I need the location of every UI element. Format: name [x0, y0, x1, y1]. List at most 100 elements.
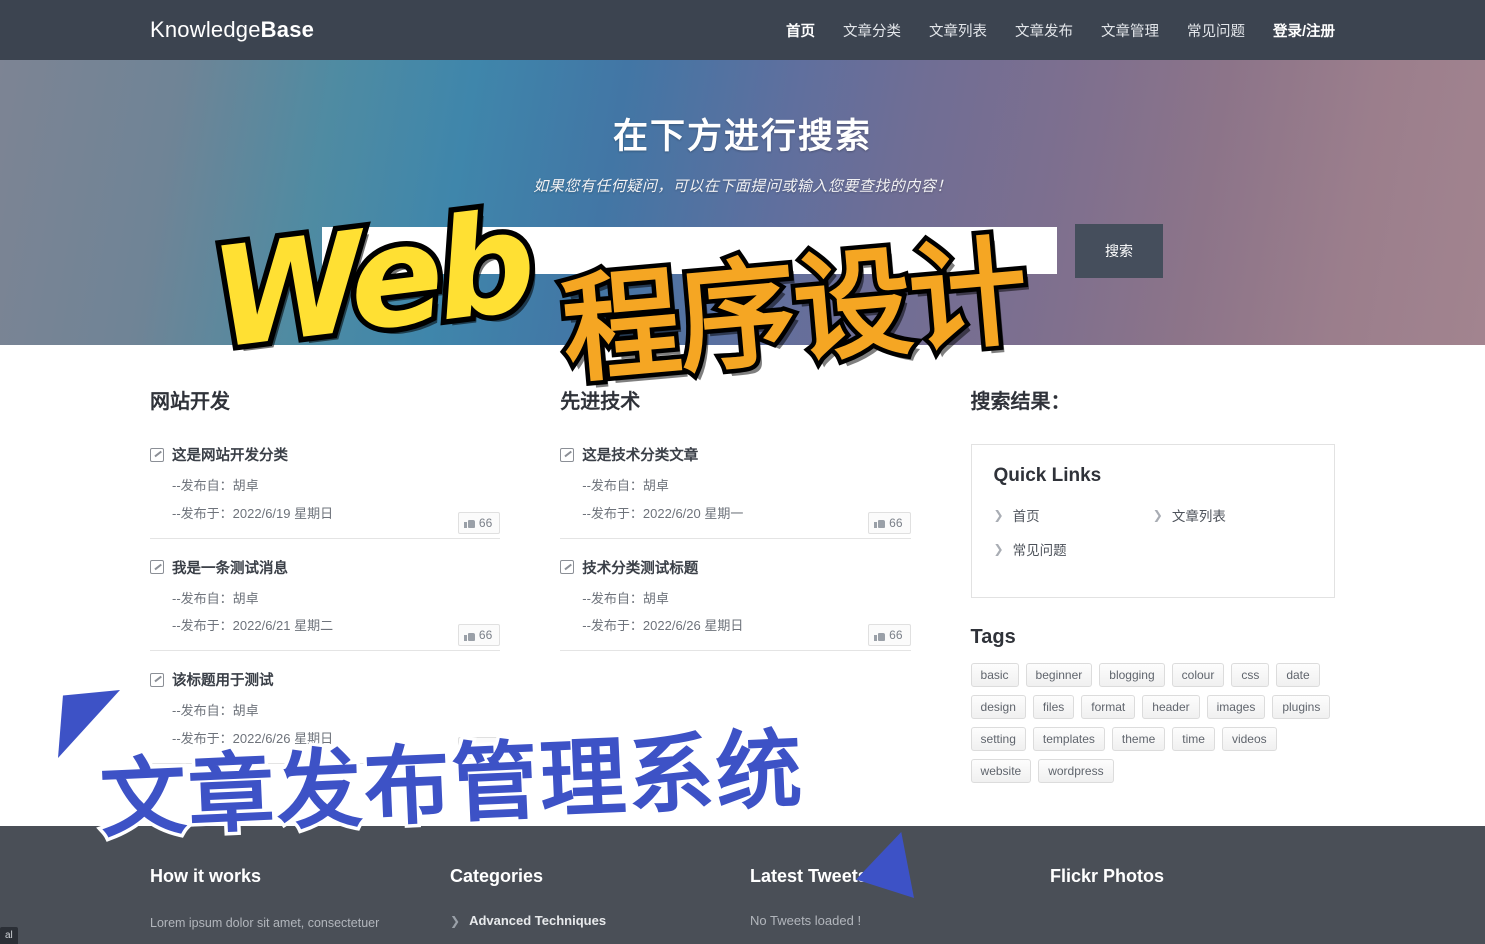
article-edit-icon — [560, 560, 575, 575]
article-item[interactable]: 这是技术分类文章 --发布自：胡卓 --发布于：2022/6/20 星期一 66 — [560, 444, 911, 539]
thumbs-up-icon — [463, 742, 475, 754]
tag-item[interactable]: format — [1081, 695, 1136, 719]
article-title[interactable]: 这是技术分类文章 — [582, 444, 698, 465]
column1-heading: 网站开发 — [150, 391, 230, 413]
like-badge[interactable]: 66 — [457, 736, 501, 759]
article-author: --发布自：胡卓 — [582, 478, 669, 493]
tag-item[interactable]: beginner — [1025, 663, 1093, 687]
tag-item[interactable]: css — [1231, 663, 1270, 687]
footer-col-categories: Categories ❯ Advanced Techniques — [450, 866, 750, 944]
article-author: --发布自：胡卓 — [172, 703, 259, 719]
column-advanced-technology: 先进技术 这是技术分类文章 --发布自：胡卓 --发布于：2022/6/20 星… — [560, 385, 911, 826]
tag-item[interactable]: images — [1206, 695, 1266, 719]
article-item[interactable]: 这是网站开发分类 --发布自：胡卓 --发布于：2022/6/19 星期日 66 — [150, 444, 501, 539]
article-edit-icon — [150, 447, 164, 462]
article-date: --发布于：2022/6/20 星期一 — [582, 505, 744, 521]
like-count: 66 — [478, 740, 493, 755]
quick-link-faq[interactable]: ❯ 常见问题 — [994, 539, 1153, 559]
search-input[interactable] — [322, 227, 1057, 274]
hero-title: 在下方进行搜索 — [612, 117, 872, 156]
like-count: 66 — [889, 515, 903, 530]
nav-item-faq[interactable]: 常见问题 — [1187, 20, 1245, 41]
like-count: 66 — [889, 628, 903, 643]
tag-item[interactable]: design — [970, 695, 1026, 719]
footer-category-label: Advanced Techniques — [469, 913, 607, 928]
tag-item[interactable]: files — [1032, 695, 1075, 719]
article-item[interactable]: 该标题用于测试 --发布自：胡卓 --发布于：2022/6/26 星期日 66 — [150, 669, 501, 764]
tag-item[interactable]: plugins — [1272, 695, 1331, 719]
article-item[interactable]: 我是一条测试消息 --发布自：胡卓 --发布于：2022/6/21 星期二 66 — [150, 557, 501, 652]
tag-item[interactable]: theme — [1111, 727, 1166, 751]
nav-item-home[interactable]: 首页 — [786, 20, 815, 41]
footer-col-flickr-photos: Flickr Photos — [1050, 866, 1335, 944]
like-count: 66 — [478, 515, 493, 530]
chevron-right-icon: ❯ — [1152, 508, 1163, 522]
nav-item-article-categories[interactable]: 文章分类 — [843, 20, 901, 41]
brand-name-bold: Base — [260, 17, 315, 42]
footer-tweets-status: No Tweets loaded ! — [750, 913, 862, 928]
sidebar-search-results: 搜索结果： Quick Links ❯ 首页 ❯ 文章列表 ❯ 常见问题 Tag… — [970, 385, 1335, 826]
like-badge[interactable]: 66 — [457, 511, 501, 534]
article-author: --发布自：胡卓 — [582, 590, 669, 606]
quick-link-article-list[interactable]: ❯ 文章列表 — [1153, 505, 1312, 525]
article-date: --发布于：2022/6/21 星期二 — [172, 618, 334, 634]
article-title[interactable]: 技术分类测试标题 — [582, 557, 698, 578]
chevron-right-icon: ❯ — [993, 542, 1004, 556]
tag-item[interactable]: website — [970, 759, 1032, 783]
tag-item[interactable]: blogging — [1099, 663, 1165, 687]
like-count: 66 — [478, 628, 493, 643]
footer-text-how-it-works: Lorem ipsum dolor sit amet, consectetuer — [150, 916, 380, 930]
article-title[interactable]: 这是网站开发分类 — [172, 444, 288, 465]
thumbs-up-icon — [874, 517, 886, 529]
status-chip: al — [0, 927, 18, 944]
thumbs-up-icon — [874, 630, 886, 641]
column-website-development: 网站开发 这是网站开发分类 --发布自：胡卓 --发布于：2022/6/19 星… — [150, 385, 501, 826]
tag-item[interactable]: templates — [1032, 727, 1105, 751]
main-content: 网站开发 这是网站开发分类 --发布自：胡卓 --发布于：2022/6/19 星… — [0, 345, 1485, 826]
chevron-right-icon: ❯ — [993, 508, 1004, 522]
like-badge[interactable]: 66 — [868, 624, 911, 647]
tag-item[interactable]: date — [1276, 663, 1320, 687]
nav-item-login-register[interactable]: 登录/注册 — [1273, 20, 1335, 41]
tag-item[interactable]: colour — [1171, 663, 1225, 687]
nav-item-article-list[interactable]: 文章列表 — [929, 20, 987, 41]
quick-link-label: 文章列表 — [1171, 509, 1226, 524]
tag-item[interactable]: setting — [970, 727, 1026, 751]
article-title[interactable]: 我是一条测试消息 — [172, 557, 288, 578]
site-footer: How it works Lorem ipsum dolor sit amet,… — [0, 826, 1485, 944]
main-nav: 首页 文章分类 文章列表 文章发布 文章管理 常见问题 登录/注册 — [786, 20, 1335, 41]
tag-item[interactable]: basic — [970, 663, 1019, 687]
tags-title: Tags — [970, 626, 1016, 648]
quick-link-home[interactable]: ❯ 首页 — [994, 505, 1153, 525]
like-badge[interactable]: 66 — [868, 511, 911, 534]
tag-item[interactable]: time — [1172, 727, 1215, 751]
tag-item[interactable]: header — [1142, 695, 1200, 719]
tag-item[interactable]: wordpress — [1038, 759, 1114, 783]
article-item[interactable]: 技术分类测试标题 --发布自：胡卓 --发布于：2022/6/26 星期日 66 — [560, 557, 911, 652]
footer-heading-categories: Categories — [450, 866, 544, 886]
article-edit-icon — [560, 447, 575, 462]
article-date: --发布于：2022/6/26 星期日 — [172, 730, 334, 746]
footer-heading-latest-tweets: Latest Tweets — [750, 866, 868, 886]
chevron-right-icon: ❯ — [450, 913, 461, 928]
top-navigation-bar: KnowledgeBase 首页 文章分类 文章列表 文章发布 文章管理 常见问… — [0, 0, 1485, 60]
like-badge[interactable]: 66 — [457, 624, 501, 647]
article-edit-icon — [150, 672, 164, 687]
tag-cloud: basic beginner blogging colour css date … — [970, 663, 1331, 783]
quick-links-panel: Quick Links ❯ 首页 ❯ 文章列表 ❯ 常见问题 — [970, 444, 1335, 598]
footer-heading-how-it-works: How it works — [150, 866, 262, 886]
article-author: --发布自：胡卓 — [172, 590, 259, 606]
tag-item[interactable]: videos — [1221, 727, 1277, 751]
nav-item-article-manage[interactable]: 文章管理 — [1101, 20, 1159, 41]
footer-heading-flickr-photos: Flickr Photos — [1050, 866, 1165, 886]
search-results-heading: 搜索结果： — [970, 391, 1071, 413]
article-title[interactable]: 该标题用于测试 — [172, 669, 274, 690]
article-date: --发布于：2022/6/19 星期日 — [172, 505, 334, 521]
footer-category-advanced-techniques[interactable]: ❯ Advanced Techniques — [450, 913, 750, 928]
article-edit-icon — [150, 560, 164, 575]
site-logo[interactable]: KnowledgeBase — [150, 17, 314, 43]
quick-link-label: 常见问题 — [1012, 543, 1067, 558]
footer-col-how-it-works: How it works Lorem ipsum dolor sit amet,… — [150, 866, 450, 944]
nav-item-article-publish[interactable]: 文章发布 — [1015, 20, 1073, 41]
search-button[interactable]: 搜索 — [1075, 224, 1163, 278]
